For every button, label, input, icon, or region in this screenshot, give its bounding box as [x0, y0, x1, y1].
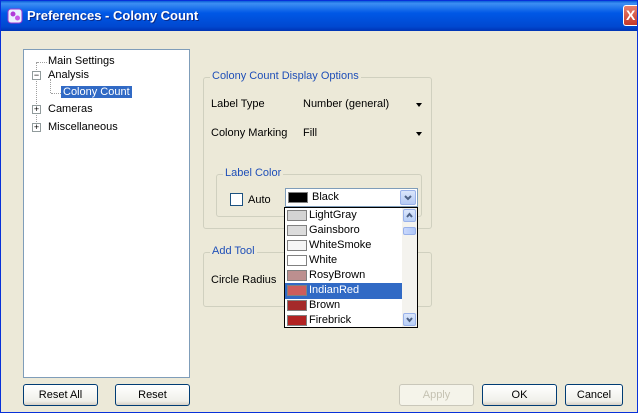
group-legend: Colony Count Display Options [210, 70, 361, 82]
list-item[interactable]: WhiteSmoke [285, 238, 403, 254]
tree-item-miscellaneous[interactable]: Miscellaneous [48, 121, 118, 133]
tree-connector [51, 93, 61, 94]
list-item[interactable]: Firebrick [285, 313, 403, 327]
chevron-down-icon [416, 132, 422, 136]
list-item[interactable]: RosyBrown [285, 268, 403, 284]
group-legend: Add Tool [210, 245, 257, 257]
reset-button[interactable]: Reset [115, 384, 190, 406]
label-type-select[interactable]: Number (general) [301, 96, 428, 114]
list-item-selected[interactable]: IndianRed [285, 283, 403, 299]
window-title: Preferences - Colony Count [27, 8, 199, 23]
list-item[interactable]: Gainsboro [285, 223, 403, 239]
color-dropdown-list[interactable]: LightGray Gainsboro WhiteSmoke White Ros… [284, 207, 418, 328]
close-button[interactable]: X [623, 5, 637, 26]
scroll-thumb[interactable] [403, 227, 416, 235]
auto-label: Auto [248, 194, 271, 206]
close-icon: X [626, 7, 636, 23]
color-swatch [287, 270, 307, 281]
apply-button[interactable]: Apply [399, 384, 474, 406]
reset-all-button[interactable]: Reset All [23, 384, 98, 406]
tree-item-label: Analysis [48, 69, 89, 81]
settings-tree[interactable]: Main Settings − Analysis Colony Count + … [23, 49, 190, 378]
selected-color-name: Black [312, 191, 339, 203]
chevron-up-icon [406, 212, 413, 218]
collapse-icon[interactable]: − [32, 71, 41, 80]
expand-icon[interactable]: + [32, 123, 41, 132]
color-swatch [287, 285, 307, 296]
circle-radius-label: Circle Radius [211, 274, 277, 286]
color-swatch [288, 192, 308, 203]
group-legend: Label Color [223, 167, 284, 179]
chevron-down-icon [404, 195, 412, 201]
tree-item-label: Colony Count [61, 86, 132, 98]
tree-connector [37, 62, 47, 63]
tree-connector [50, 79, 51, 93]
title-bar[interactable]: Preferences - Colony Count X [1, 1, 637, 31]
dropdown-button[interactable] [400, 190, 416, 205]
cancel-button[interactable]: Cancel [565, 384, 623, 406]
label-color-select[interactable]: Black [285, 188, 418, 207]
tree-item-label: Main Settings [48, 55, 115, 67]
color-swatch [287, 210, 307, 221]
scroll-down-button[interactable] [403, 313, 416, 326]
list-item[interactable]: White [285, 253, 403, 269]
list-item[interactable]: LightGray [285, 208, 403, 224]
colony-marking-value: Fill [303, 127, 318, 139]
tree-item-main-settings[interactable]: Main Settings [48, 55, 115, 67]
tree-item-label: Cameras [48, 103, 93, 115]
color-swatch [287, 225, 307, 236]
expand-icon[interactable]: + [32, 105, 41, 114]
scroll-up-button[interactable] [403, 209, 416, 222]
color-swatch [287, 300, 307, 311]
tree-item-analysis[interactable]: Analysis [48, 69, 89, 81]
app-icon [7, 8, 23, 24]
dropdown-scrollbar[interactable] [402, 208, 417, 327]
ok-button[interactable]: OK [482, 384, 557, 406]
color-swatch [287, 240, 307, 251]
colony-marking-label: Colony Marking [211, 127, 288, 139]
chevron-down-icon [406, 317, 413, 323]
auto-checkbox[interactable] [230, 193, 243, 206]
list-item[interactable]: Brown [285, 298, 403, 314]
tree-item-colony-count[interactable]: Colony Count [61, 86, 132, 98]
preferences-window: Preferences - Colony Count X Main Settin… [0, 0, 638, 413]
color-swatch [287, 255, 307, 266]
tree-item-label: Miscellaneous [48, 121, 118, 133]
colony-marking-select[interactable]: Fill [301, 125, 428, 143]
tree-item-cameras[interactable]: Cameras [48, 103, 93, 115]
label-type-value: Number (general) [303, 98, 390, 110]
color-swatch [287, 315, 307, 326]
chevron-down-icon [416, 103, 422, 107]
label-type-label: Label Type [211, 98, 265, 110]
